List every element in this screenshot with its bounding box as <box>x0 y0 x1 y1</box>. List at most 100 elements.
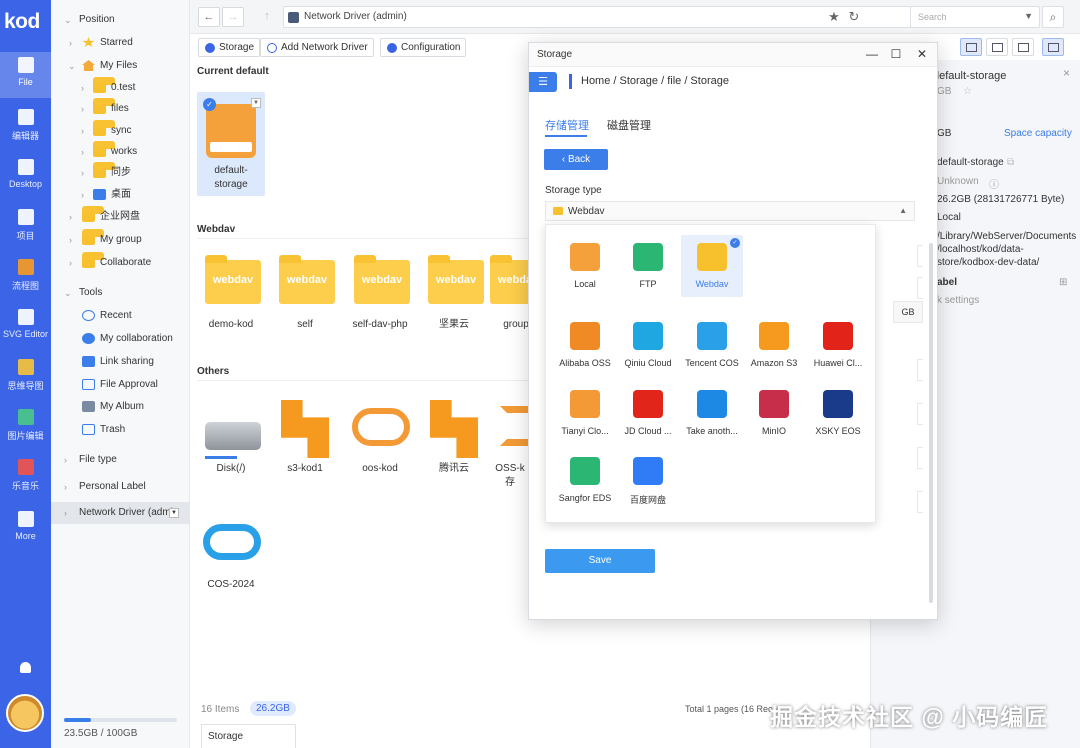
rail-item-desktop[interactable]: Desktop <box>0 154 51 200</box>
tree-trash[interactable]: Trash <box>51 419 190 441</box>
close-icon[interactable]: × <box>1063 66 1070 80</box>
storage-option-huawei-cl[interactable]: Huawei Cl... <box>807 314 869 376</box>
split-view-button[interactable] <box>1012 38 1034 56</box>
tree-my-collaboration[interactable]: My collaboration <box>51 328 190 350</box>
rail-item-editor[interactable]: 编辑器 <box>0 104 51 150</box>
storage-option-[interactable]: 百度网盘 <box>617 449 679 511</box>
storage-type-select[interactable]: Webdav ▲ <box>545 201 915 221</box>
storage-option-tencent-cos[interactable]: Tencent COS <box>681 314 743 376</box>
up-nav-button[interactable]: ↑ <box>256 7 278 27</box>
scrollbar[interactable] <box>929 243 933 603</box>
back-button[interactable]: ‹ Back <box>544 149 608 170</box>
file-item[interactable]: s3-kod1 <box>271 392 339 492</box>
tab-storage[interactable]: Storage <box>201 724 296 748</box>
file-item-default-storage[interactable]: ✓ ▼ default-storage <box>197 92 265 196</box>
tree-folder[interactable]: › sync <box>51 120 190 142</box>
form-field-edge[interactable] <box>917 491 923 513</box>
search-input[interactable]: Search ▼ <box>910 6 1040 28</box>
maximize-icon[interactable]: ☐ <box>889 47 903 61</box>
form-field-edge[interactable] <box>917 277 923 299</box>
search-icon[interactable]: ⌕ <box>1042 6 1064 28</box>
minimize-icon[interactable]: — <box>865 47 879 61</box>
rail-item-project[interactable]: 项目 <box>0 204 51 250</box>
rail-item-file[interactable]: File <box>0 52 51 98</box>
tree-my-files[interactable]: ⌄ My Files <box>51 55 190 77</box>
address-bar[interactable]: Network Driver (admin) ★ ↻ <box>283 6 911 28</box>
back-nav-button[interactable]: ← <box>198 7 220 27</box>
file-item[interactable]: COS-2024 <box>197 508 265 608</box>
storage-button[interactable]: Storage <box>198 38 261 57</box>
rail-item-more[interactable]: More <box>0 506 51 552</box>
chevron-down-icon[interactable]: ▼ <box>251 98 261 108</box>
star-icon[interactable]: ☆ <box>963 86 972 97</box>
file-item[interactable]: webdav 坚果云 <box>420 248 488 348</box>
tree-folder[interactable]: › files <box>51 98 190 120</box>
rail-item-mindmap[interactable]: 思维导图 <box>0 354 51 400</box>
storage-option-take-anoth[interactable]: Take anoth... <box>681 382 743 444</box>
form-field-edge[interactable] <box>917 359 923 381</box>
configuration-button[interactable]: Configuration <box>380 38 467 57</box>
form-field-edge[interactable] <box>917 403 923 425</box>
avatar[interactable] <box>6 694 44 732</box>
app-logo[interactable]: kod <box>4 10 40 34</box>
add-network-driver-button[interactable]: Add Network Driver <box>260 38 374 57</box>
tree-starred[interactable]: › Starred <box>51 32 190 54</box>
list-view-button[interactable] <box>986 38 1008 56</box>
rail-item-svg-editor[interactable]: SVG Editor <box>0 304 51 350</box>
file-item[interactable]: webdavgroup <box>482 248 528 348</box>
tree-my-group[interactable]: › My group <box>51 229 190 251</box>
tab-disk-management[interactable]: 磁盘管理 <box>607 117 651 133</box>
storage-option-minio[interactable]: MinIO <box>743 382 805 444</box>
storage-option-local[interactable]: Local <box>554 235 616 297</box>
dropdown-icon[interactable]: ▼ <box>169 508 179 518</box>
tree-network-driver[interactable]: › Network Driver (admi ▼ <box>51 502 190 524</box>
storage-option-sangfor-eds[interactable]: Sangfor EDS <box>554 449 616 511</box>
add-label-icon[interactable]: ⊞ <box>1059 277 1067 288</box>
storage-option-qiniu-cloud[interactable]: Qiniu Cloud <box>617 314 679 376</box>
menu-icon[interactable]: ☰ <box>529 72 557 92</box>
tree-enterprise[interactable]: › 企业网盘 <box>51 206 190 228</box>
storage-option-alibaba-oss[interactable]: Alibaba OSS <box>554 314 616 376</box>
rail-item-image-editor[interactable]: 图片编辑 <box>0 404 51 450</box>
file-item[interactable]: OSS-k 存 <box>490 392 530 492</box>
file-item[interactable]: oos-kod <box>346 392 414 492</box>
rail-item-music[interactable]: 乐音乐 <box>0 454 51 500</box>
tree-file-type[interactable]: › File type <box>51 449 190 471</box>
storage-option-webdav[interactable]: Webdav ✓ <box>681 235 743 297</box>
tree-folder[interactable]: › 同步 <box>51 162 190 184</box>
tree-position[interactable]: ⌄ Position <box>51 9 190 31</box>
star-icon[interactable]: ★ <box>826 9 842 25</box>
grid-view-button[interactable] <box>960 38 982 56</box>
refresh-icon[interactable]: ↻ <box>846 9 862 25</box>
storage-option-jd-cloud[interactable]: JD Cloud ... <box>617 382 679 444</box>
form-field-edge[interactable] <box>917 245 923 267</box>
form-field-edge[interactable] <box>917 447 923 469</box>
tree-folder[interactable]: › 桌面 <box>51 184 190 206</box>
tree-file-approval[interactable]: File Approval <box>51 374 190 396</box>
storage-option-amazon-s3[interactable]: Amazon S3 <box>743 314 805 376</box>
file-item[interactable]: 腾讯云 <box>420 392 488 492</box>
close-icon[interactable]: ✕ <box>915 47 929 61</box>
tree-personal-label[interactable]: › Personal Label <box>51 476 190 498</box>
copy-icon[interactable]: ⧉ <box>1007 157 1014 168</box>
dialog-titlebar[interactable]: Storage — ☐ ✕ <box>529 43 937 67</box>
storage-option-ftp[interactable]: FTP <box>617 235 679 297</box>
storage-option-xsky-eos[interactable]: XSKY EOS <box>807 382 869 444</box>
tab-storage-management[interactable]: 存储管理 <box>545 117 589 133</box>
file-item[interactable]: webdav self-dav-php <box>346 248 414 348</box>
tree-my-album[interactable]: My Album <box>51 396 190 418</box>
forward-nav-button[interactable]: → <box>222 7 244 27</box>
tree-link-sharing[interactable]: Link sharing <box>51 351 190 373</box>
tree-folder[interactable]: › 0.test <box>51 77 190 99</box>
space-capacity-link[interactable]: Space capacity <box>1004 128 1072 139</box>
info-panel-button[interactable] <box>1042 38 1064 56</box>
storage-option-tianyi-clo[interactable]: Tianyi Clo... <box>554 382 616 444</box>
tree-tools[interactable]: ⌄ Tools <box>51 282 190 304</box>
rail-item-flowchart[interactable]: 流程图 <box>0 254 51 300</box>
save-button[interactable]: Save <box>545 549 655 573</box>
info-help-icon[interactable]: ⓘ <box>989 176 999 191</box>
file-item[interactable]: webdav demo-kod <box>197 248 265 348</box>
bell-icon[interactable] <box>20 662 31 673</box>
chevron-down-icon[interactable]: ▼ <box>1024 11 1033 21</box>
tree-collaborate[interactable]: › Collaborate <box>51 252 190 274</box>
